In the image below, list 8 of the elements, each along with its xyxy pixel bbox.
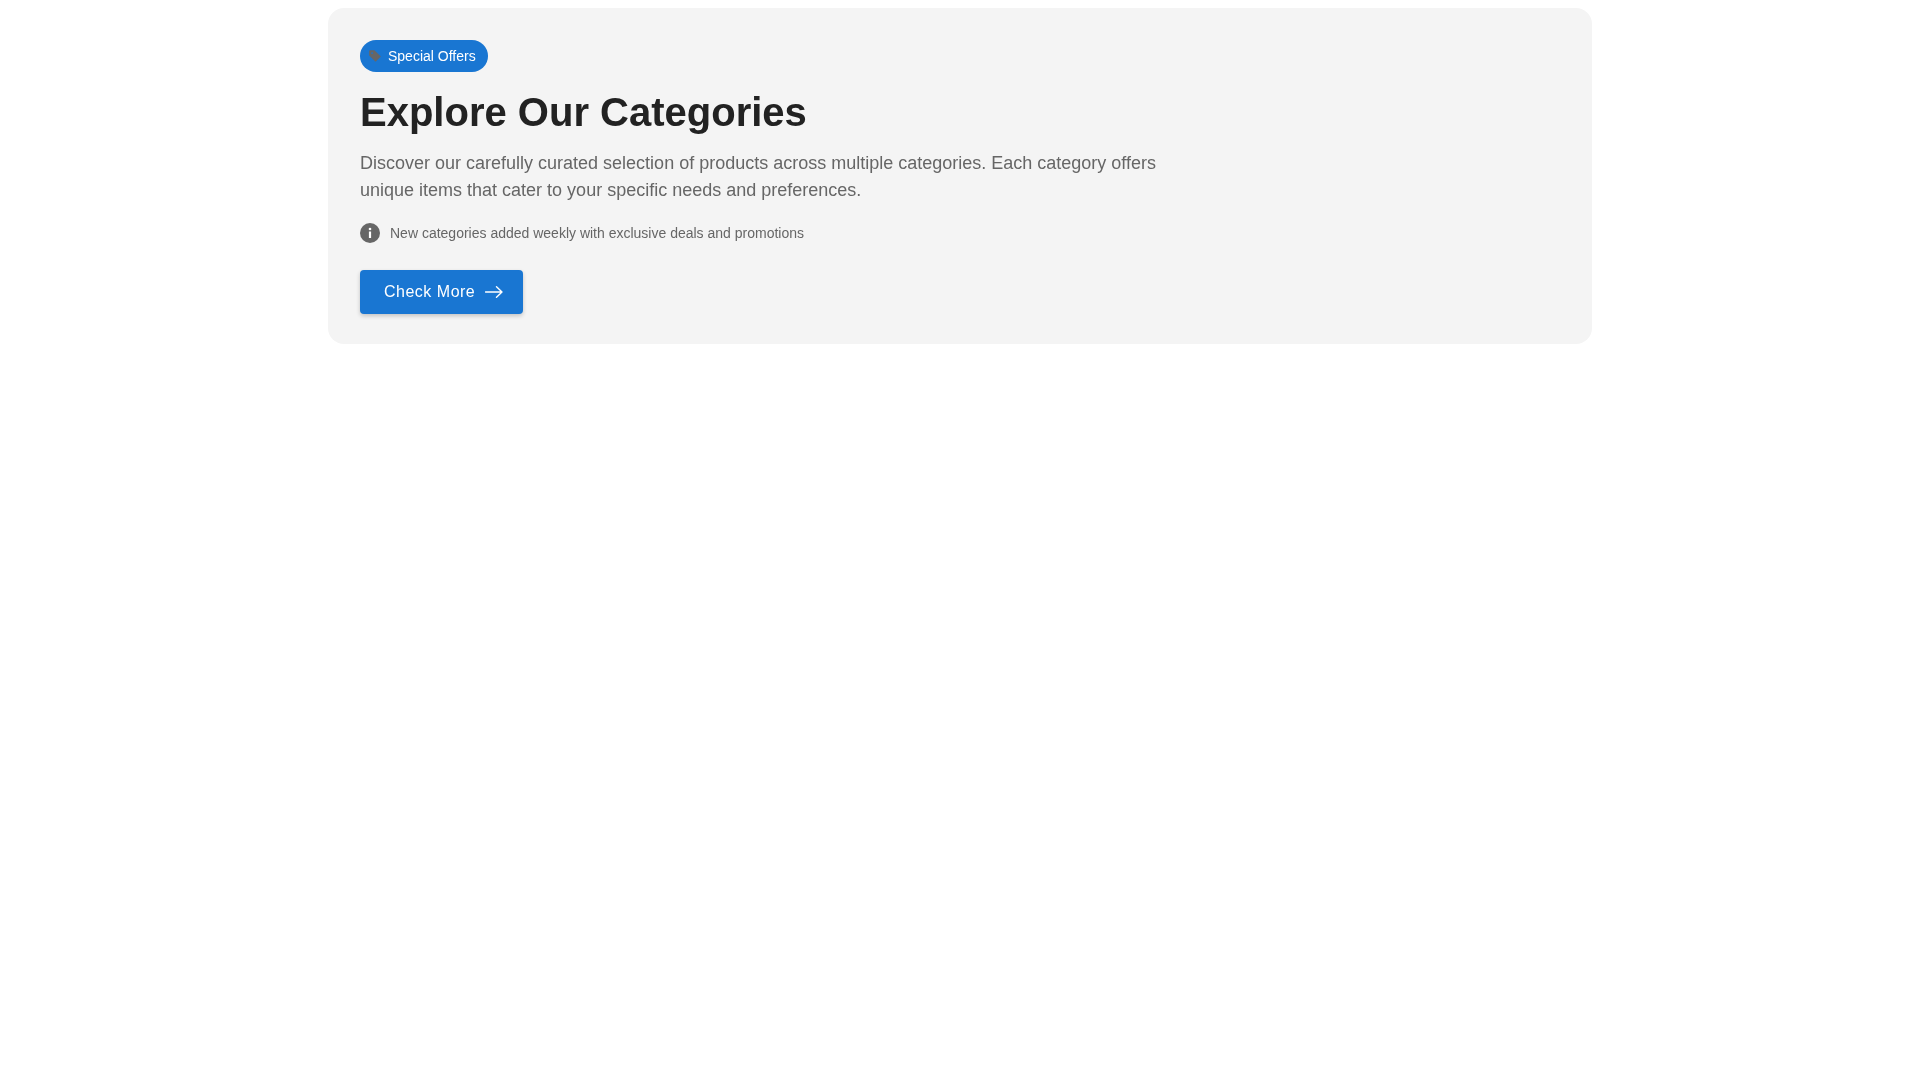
page-heading: Explore Our Categories [360,89,807,136]
info-icon [360,223,380,243]
check-more-button[interactable]: Check More [360,270,524,314]
info-note: New categories added weekly with exclusive deals and promotions [390,224,804,243]
tag-icon [368,49,382,63]
description-text: Discover our carefully curated selection of products across multiple categories. Each category offers unique items that cater to your specific needs and preferences. [360,152,1158,202]
arrow-right-icon [485,286,504,298]
badge-label: Special Offers [388,49,476,63]
